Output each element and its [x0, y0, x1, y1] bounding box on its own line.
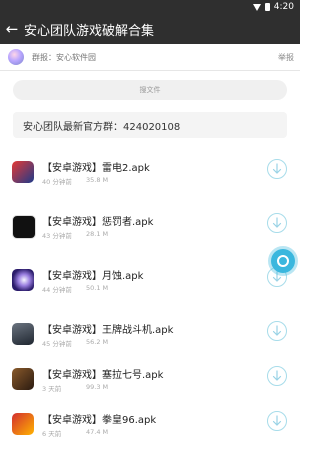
file-name: 【安卓游戏】月蚀.apk — [42, 271, 144, 282]
download-arrow-icon — [272, 370, 282, 381]
file-time: 40 分钟前 — [42, 178, 72, 186]
game-icon — [12, 161, 34, 183]
file-size: 56.2 M — [86, 338, 109, 346]
report-button[interactable]: 举报 — [278, 52, 294, 63]
file-size: 28.1 M — [86, 230, 109, 238]
file-time: 6 天前 — [42, 430, 62, 438]
file-time: 3 天前 — [42, 385, 62, 393]
assist-ring-icon — [277, 255, 289, 267]
wifi-icon — [252, 3, 261, 11]
group-row[interactable]: 群报：安心软件园 举报 — [0, 44, 300, 71]
file-time: 44 分钟前 — [42, 286, 72, 294]
file-time: 43 分钟前 — [42, 232, 72, 240]
file-name: 【安卓游戏】塞拉七号.apk — [42, 370, 164, 381]
page-title: 安心团队游戏破解合集 — [24, 23, 155, 39]
status-bar: 4:20 — [0, 0, 300, 14]
file-size: 50.1 M — [86, 284, 109, 292]
toolbar: ← 安心团队游戏破解合集 — [0, 14, 300, 44]
download-button[interactable] — [267, 411, 287, 431]
file-size: 47.4 M — [86, 428, 109, 436]
file-name: 【安卓游戏】王牌战斗机.apk — [42, 325, 174, 336]
avatar — [8, 49, 24, 65]
list-item[interactable]: 【安卓游戏】拳皇96.apk 6 天前 47.4 M — [0, 402, 300, 456]
file-size: 35.8 M — [86, 176, 109, 184]
back-arrow-icon[interactable]: ← — [0, 14, 24, 44]
game-icon — [12, 413, 34, 435]
game-icon — [12, 269, 34, 291]
file-size: 99.3 M — [86, 383, 109, 391]
game-icon — [12, 323, 34, 345]
floating-assist-button[interactable] — [271, 249, 295, 273]
file-name: 【安卓游戏】惩罚者.apk — [42, 217, 154, 228]
status-time: 4:20 — [273, 2, 294, 12]
file-name: 【安卓游戏】拳皇96.apk — [42, 415, 157, 426]
list-item[interactable]: 【安卓游戏】雷电2.apk 40 分钟前 35.8 M — [0, 150, 300, 204]
search-input[interactable]: 搜文件 — [13, 80, 287, 100]
download-arrow-icon — [272, 163, 282, 174]
download-arrow-icon — [272, 415, 282, 426]
game-icon — [12, 215, 36, 239]
battery-icon — [264, 3, 270, 11]
download-arrow-icon — [272, 325, 282, 336]
notice-banner: 安心团队最新官方群：424020108 — [13, 112, 287, 138]
download-button[interactable] — [267, 159, 287, 179]
game-icon — [12, 368, 34, 390]
list-item[interactable]: 【安卓游戏】月蚀.apk 44 分钟前 50.1 M — [0, 258, 300, 312]
download-button[interactable] — [267, 366, 287, 386]
group-name: 群报：安心软件园 — [32, 52, 96, 62]
download-arrow-icon — [272, 217, 282, 228]
download-button[interactable] — [267, 321, 287, 341]
list-item[interactable]: 【安卓游戏】惩罚者.apk 43 分钟前 28.1 M — [0, 204, 300, 258]
file-time: 45 分钟前 — [42, 340, 72, 348]
download-button[interactable] — [267, 213, 287, 233]
file-name: 【安卓游戏】雷电2.apk — [42, 163, 150, 174]
